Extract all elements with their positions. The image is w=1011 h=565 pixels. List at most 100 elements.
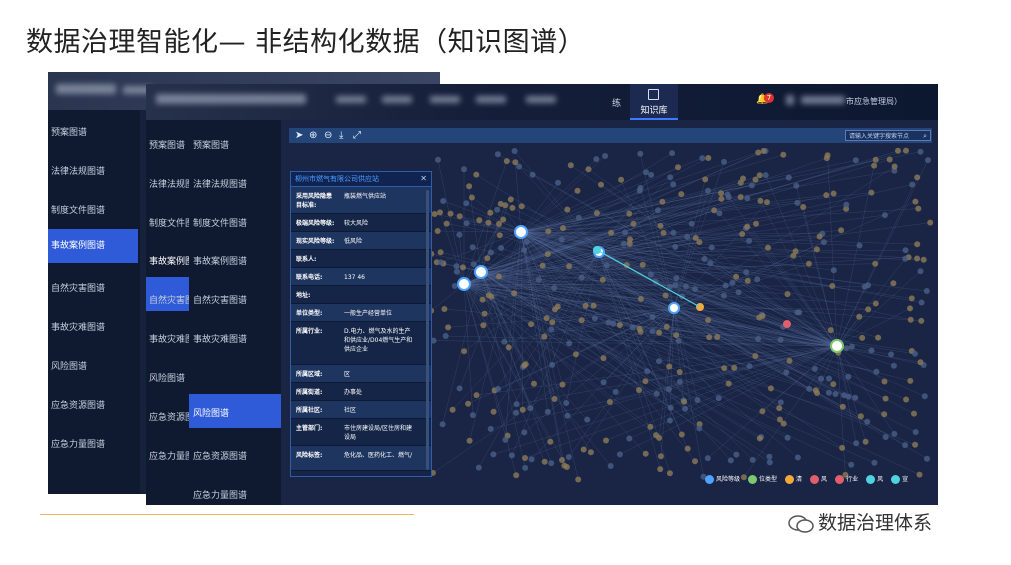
field-value: D.电力、燃气及水的生产和供应业/D04燃气生产和供应企业 bbox=[344, 328, 413, 353]
wechat-icon bbox=[788, 514, 814, 533]
back-menu-item[interactable]: 应急力量图谱 bbox=[51, 437, 105, 450]
legend-label: 风险等级 bbox=[716, 476, 741, 483]
sidebar-narrow-item[interactable]: 应急力量图 bbox=[149, 449, 194, 462]
sidebar-narrow-item[interactable]: 应急资源图 bbox=[149, 410, 194, 423]
field-key: 采用风险隐患目标准: bbox=[296, 193, 333, 209]
user-org-label[interactable]: 市应急管理局） bbox=[846, 96, 902, 107]
legend-label: 行业 bbox=[846, 476, 859, 483]
sidebar-narrow-item-active[interactable]: 事故案例图 bbox=[149, 254, 194, 267]
tab-knowledge-base-label: 知识库 bbox=[640, 106, 668, 116]
field-value: 社区 bbox=[344, 407, 357, 414]
sidebar-wide-item[interactable]: 预案图谱 bbox=[193, 138, 229, 151]
popup-scrollbar[interactable] bbox=[426, 190, 429, 470]
sidebar-wide: 预案图谱 法律法规图谱 制度文件图谱 事故案例图谱 自然灾害图谱 事故灾难图谱 … bbox=[189, 120, 282, 505]
field-value: 危化品、医药化工、燃气/ bbox=[344, 452, 413, 459]
popup-field-row: 风险标签: 危化品、医药化工、燃气/ bbox=[291, 446, 431, 471]
back-menu-item[interactable]: 自然灾害图谱 bbox=[51, 281, 105, 294]
field-key: 所属街道: bbox=[296, 389, 323, 396]
front-header: 练 知识库 🔔 7 市应急管理局） bbox=[146, 84, 938, 120]
tab-knowledge-base[interactable]: 知识库 bbox=[630, 84, 678, 120]
pointer-icon[interactable]: ➤ bbox=[295, 129, 303, 142]
popup-field-row: 联系人: bbox=[291, 250, 431, 268]
fit-screen-icon[interactable]: ⤢ bbox=[353, 129, 361, 142]
popup-field-row: 所属街道: 办事处 bbox=[291, 383, 431, 401]
popup-field-row: 现实风险等级: 低风险 bbox=[291, 232, 431, 250]
legend-dot bbox=[748, 475, 758, 484]
back-menu-item-active[interactable]: 事故案例图谱 bbox=[48, 229, 138, 263]
popup-field-row: 联系电话: 137 46 bbox=[291, 268, 431, 286]
legend-item[interactable]: 位类型 bbox=[748, 474, 777, 484]
legend-item[interactable]: 风险等级 bbox=[705, 474, 740, 484]
zoom-out-icon[interactable]: ⊖ bbox=[324, 129, 332, 142]
popup-field-row: 极端风险等级: 较大风险 bbox=[291, 214, 431, 232]
back-menu-item[interactable]: 事故灾难图谱 bbox=[51, 320, 105, 333]
decorative-divider bbox=[40, 514, 414, 515]
back-menu-item[interactable]: 制度文件图谱 bbox=[51, 203, 105, 216]
field-key: 所属行业: bbox=[296, 328, 323, 335]
popup-field-row: 地址: bbox=[291, 286, 431, 304]
sidebar-wide-item[interactable]: 法律法规图谱 bbox=[193, 177, 247, 190]
front-screenshot: 练 知识库 🔔 7 市应急管理局） 预案图谱 法律法规图 制度文件图 事故案例图… bbox=[146, 84, 938, 505]
sidebar-wide-item[interactable]: 事故案例图谱 bbox=[193, 254, 247, 267]
legend-item[interactable]: 清 bbox=[785, 474, 802, 484]
field-value: 一般生产经营单位 bbox=[344, 310, 393, 317]
legend-item[interactable]: 风 bbox=[810, 474, 827, 484]
sidebar-wide-item[interactable]: 自然灾害图谱 bbox=[193, 293, 247, 306]
nav-item-partial[interactable]: 练 bbox=[612, 96, 621, 109]
legend-item[interactable]: 风 bbox=[866, 474, 883, 484]
legend-dot bbox=[810, 475, 820, 484]
back-menu-item[interactable]: 法律法规图谱 bbox=[51, 164, 105, 177]
field-key: 单位类型: bbox=[296, 310, 323, 317]
field-value: 市住房建设局/区住房和建设局 bbox=[344, 425, 413, 441]
field-key: 联系人: bbox=[296, 256, 317, 263]
sidebar-wide-item[interactable]: 应急力量图谱 bbox=[193, 488, 247, 501]
sidebar-narrow-item[interactable]: 风险图谱 bbox=[149, 371, 185, 384]
download-icon[interactable]: ⤓ bbox=[339, 129, 343, 142]
search-icon[interactable]: ⌕ bbox=[923, 131, 927, 142]
field-key: 现实风险等级: bbox=[296, 238, 335, 245]
popup-field-row: 采用风险隐患目标准: 瓶装燃气供应站 bbox=[291, 187, 431, 214]
popup-field-row: 单位类型: 一般生产经营单位 bbox=[291, 304, 431, 322]
sidebar-narrow-item[interactable]: 自然灾害图 bbox=[149, 293, 194, 306]
node-detail-popup: 柳州市燃气有限公司供应站 ✕ 采用风险隐患目标准: 瓶装燃气供应站极端风险等级: 较… bbox=[290, 171, 432, 477]
legend-dot bbox=[835, 475, 845, 484]
field-key: 极端风险等级: bbox=[296, 220, 335, 227]
back-menu-item[interactable]: 风险图谱 bbox=[51, 359, 87, 372]
back-menu-item[interactable]: 应急资源图谱 bbox=[51, 398, 105, 411]
watermark-text: 数据治理体系 bbox=[818, 512, 933, 534]
legend-label: 清 bbox=[796, 476, 803, 483]
search-placeholder: 请输入关键字搜索节点 bbox=[849, 133, 910, 140]
field-value: 办事处 bbox=[344, 389, 363, 396]
sidebar-narrow-item[interactable]: 预案图谱 bbox=[149, 138, 185, 151]
sidebar-narrow-item[interactable]: 法律法规图 bbox=[149, 177, 194, 190]
legend-label: 风 bbox=[821, 476, 828, 483]
back-menu-item[interactable]: 预案图谱 bbox=[51, 125, 87, 138]
zoom-in-icon[interactable]: ⊕ bbox=[309, 129, 317, 142]
popup-field-list: 采用风险隐患目标准: 瓶装燃气供应站 极端风险等级: 较大风险 现实风险等级: 低风险 联系… bbox=[291, 187, 431, 471]
sidebar-wide-item[interactable]: 应急资源图谱 bbox=[193, 449, 247, 462]
node-search-input[interactable]: 请输入关键字搜索节点 ⌕ bbox=[845, 130, 931, 141]
field-key: 联系电话: bbox=[296, 274, 323, 281]
legend-label: 风 bbox=[877, 476, 884, 483]
book-icon bbox=[648, 89, 659, 100]
sidebar-wide-item[interactable]: 制度文件图谱 bbox=[193, 216, 247, 229]
popup-title: 柳州市燃气有限公司供应站 ✕ bbox=[291, 172, 431, 187]
sidebar-narrow-item[interactable]: 制度文件图 bbox=[149, 216, 194, 229]
watermark: 数据治理体系 bbox=[788, 508, 932, 535]
field-key: 所属社区: bbox=[296, 407, 323, 414]
back-sidebar: 预案图谱 法律法规图谱 制度文件图谱 事故案例图谱 自然灾害图谱 事故灾难图谱 … bbox=[48, 110, 140, 494]
sidebar-narrow-item[interactable]: 事故灾难图 bbox=[149, 332, 194, 345]
legend-label: 位类型 bbox=[759, 476, 778, 483]
popup-field-row: 所属区域: 区 bbox=[291, 365, 431, 383]
legend-item[interactable]: 宣 bbox=[891, 474, 908, 484]
legend-dot bbox=[785, 475, 795, 484]
sidebar-wide-item-active[interactable]: 风险图谱 bbox=[193, 406, 229, 419]
knowledge-graph-canvas[interactable]: ➤ ⊕ ⊖ ⤓ ⤢ 请输入关键字搜索节点 ⌕ 柳州市燃气有限公司供应站 ✕ 采用… bbox=[281, 120, 938, 505]
legend-label: 宣 bbox=[902, 476, 909, 483]
legend-item[interactable]: 行业 bbox=[835, 474, 858, 484]
close-icon[interactable]: ✕ bbox=[420, 172, 427, 186]
graph-legend: 风险等级 位类型 清 风 行业 风 宣 bbox=[705, 474, 916, 486]
field-value: 瓶装燃气供应站 bbox=[344, 193, 387, 200]
sidebar-wide-item[interactable]: 事故灾难图谱 bbox=[193, 332, 247, 345]
popup-title-text: 柳州市燃气有限公司供应站 bbox=[295, 175, 379, 183]
